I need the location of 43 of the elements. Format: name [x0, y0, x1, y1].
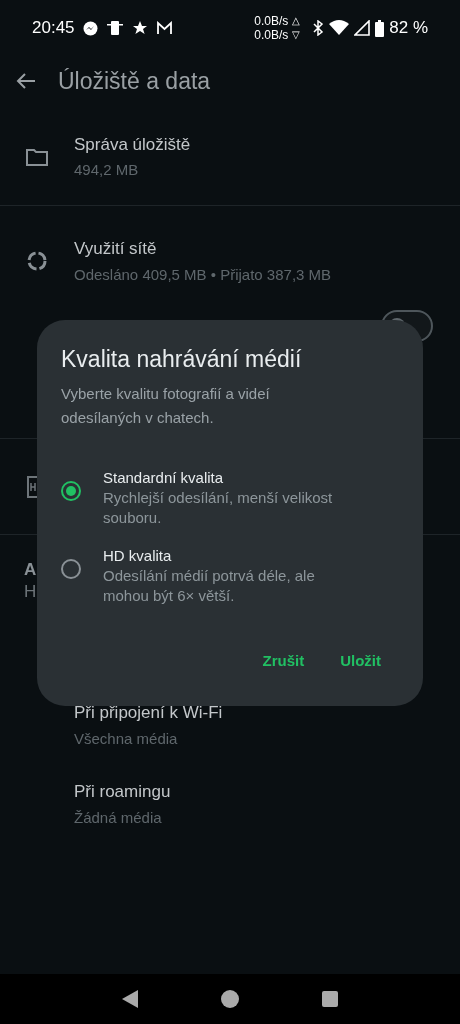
- back-icon: [16, 72, 36, 90]
- mail-icon: [155, 21, 173, 35]
- dialog-title: Kvalita nahrávání médií: [61, 345, 303, 374]
- home-nav-icon: [221, 990, 239, 1008]
- down-arrow: ▽: [292, 28, 301, 42]
- badge-icon: [26, 475, 40, 498]
- option-description: Rychlejší odesílání, menší velikost souboru.: [103, 488, 334, 528]
- radio-option[interactable]: HD kvalita Odesílání médií potrvá déle, ale mohou být 6× větší.: [61, 546, 399, 606]
- setting-title: Využití sítě: [74, 238, 158, 260]
- download-speed: 0.0B/s: [254, 28, 289, 42]
- page-title: Úložiště a data: [58, 66, 211, 96]
- dialog-button[interactable]: Zrušit: [262, 650, 305, 673]
- radio-button[interactable]: [61, 481, 81, 501]
- option-label: HD kvalita: [103, 546, 173, 566]
- bluetooth-icon: [312, 20, 325, 36]
- setting-subtitle: 494,2 MB: [74, 160, 140, 180]
- folder-icon: [26, 147, 48, 166]
- status-time: 20:45: [32, 17, 75, 40]
- recents-nav-icon: [322, 991, 339, 1007]
- messenger-icon: [82, 20, 98, 36]
- upload-speed: 0.0B/s: [254, 14, 289, 28]
- back-nav-icon: [121, 990, 138, 1008]
- setting-title: H: [24, 581, 37, 603]
- setting-title: Při připojení k Wi-Fi: [74, 702, 224, 724]
- setting-subtitle: Žádná média: [74, 807, 163, 828]
- option-label: Standardní kvalita: [103, 468, 225, 488]
- setting-subtitle: Všechna média: [74, 728, 179, 749]
- dialog-button[interactable]: Uložit: [340, 650, 381, 673]
- battery-percent: 82 %: [389, 17, 428, 40]
- setting-title: Správa úložiště: [74, 133, 191, 156]
- section-header: A: [24, 559, 37, 581]
- setting-title: Při roamingu: [74, 781, 172, 803]
- setting-subtitle: Odesláno 409,5 MB • Přijato 387,3 MB: [74, 264, 332, 285]
- up-arrow: △: [292, 14, 301, 28]
- signal-icon: [354, 20, 371, 36]
- radio-option[interactable]: Standardní kvalita Rychlejší odesílání, menší velikost souboru.: [61, 468, 399, 528]
- wifi-icon: [329, 20, 350, 36]
- radio-button[interactable]: [61, 559, 81, 579]
- star-icon: [131, 20, 148, 36]
- option-description: Odesílání médií potrvá déle, ale mohou být 6× větší.: [103, 566, 316, 606]
- battery-icon: [375, 19, 385, 37]
- dialog-description: Vyberte kvalitu fotografií a videí odesílaných v chatech.: [61, 384, 271, 428]
- circle-progress-icon: [26, 250, 48, 272]
